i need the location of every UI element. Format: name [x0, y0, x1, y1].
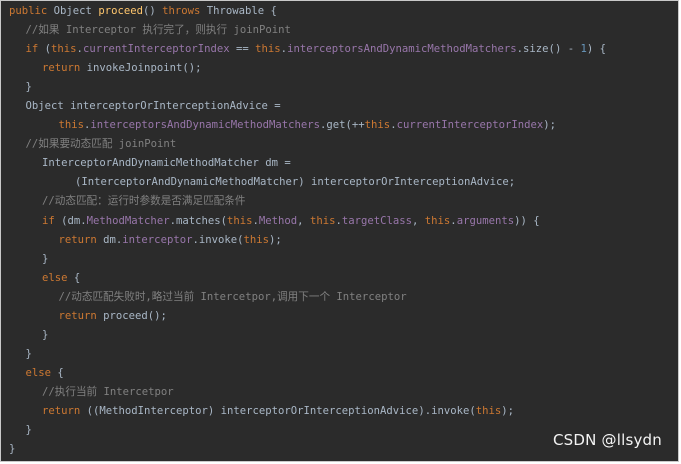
- code-token-text: (): [142, 5, 163, 17]
- code-token-text: proceed();: [96, 309, 167, 322]
- code-line: }: [1, 421, 606, 440]
- code-token-text: )) {: [514, 214, 540, 227]
- code-token-field: interceptorsAndDynamicMethodMatchers: [287, 43, 517, 56]
- code-line: //如果要动态匹配 joinPoint: [1, 135, 606, 154]
- code-line: else {: [1, 364, 606, 383]
- code-token-text: );: [501, 404, 514, 417]
- code-token-op: ==: [229, 43, 256, 56]
- code-token-text: dm.: [96, 233, 123, 246]
- code-token-text: );: [269, 233, 282, 246]
- code-line: }: [1, 345, 606, 364]
- code-token-field: arguments: [456, 214, 515, 227]
- code-token-text: }: [42, 328, 49, 341]
- code-token-field: currentInterceptorIndex: [396, 119, 544, 132]
- code-token-text: ,: [412, 214, 425, 227]
- code-token-kw: return: [42, 404, 81, 417]
- code-token-comment: //动态匹配失败时,略过当前 Intercetpor,调用下一个 Interce…: [58, 290, 407, 303]
- code-token-text: ,: [297, 214, 310, 227]
- code-token-kw: this: [309, 214, 336, 227]
- code-token-text: .matches(: [169, 214, 227, 227]
- code-line: //动态匹配：运行时参数是否满足匹配条件: [1, 192, 606, 211]
- code-token-kw: if: [42, 214, 55, 227]
- code-token-text: InterceptorAndDynamicMethodMatcher dm =: [42, 157, 291, 170]
- code-token-kw: else: [42, 271, 68, 284]
- code-token-kw: this: [58, 119, 85, 132]
- code-line: public Object proceed() throws Throwable…: [1, 2, 606, 21]
- code-screenshot-frame: public Object proceed() throws Throwable…: [0, 0, 679, 462]
- code-line: else {: [1, 269, 606, 288]
- code-line: }: [1, 440, 606, 459]
- code-token-kw: return: [58, 233, 97, 246]
- code-token-kw: this: [364, 119, 391, 132]
- code-token-kw: this: [475, 404, 502, 417]
- code-token-kw: if: [25, 43, 39, 56]
- code-line: //动态匹配失败时,略过当前 Intercetpor,调用下一个 Interce…: [1, 288, 606, 307]
- code-line: (InterceptorAndDynamicMethodMatcher) int…: [1, 173, 606, 192]
- code-token-field: MethodMatcher: [86, 214, 170, 227]
- code-token-field: interceptorsAndDynamicMethodMatchers: [90, 119, 321, 132]
- code-token-text: {: [67, 271, 81, 284]
- watermark-text: CSDN @llsydn: [553, 431, 662, 449]
- code-line: Object interceptorOrInterceptionAdvice =: [1, 97, 606, 116]
- code-token-kw: throws: [162, 5, 201, 17]
- code-token-field: Method: [258, 214, 298, 227]
- code-token-comment: //如果 Interceptor 执行完了，则执行 joinPoint: [25, 24, 291, 37]
- code-token-text: (dm.: [54, 214, 87, 227]
- code-line: InterceptorAndDynamicMethodMatcher dm =: [1, 154, 606, 173]
- code-token-fn: proceed: [98, 5, 143, 17]
- code-token-comment: //如果要动态匹配 joinPoint: [25, 138, 177, 151]
- code-token-text: }: [25, 424, 32, 437]
- code-token-type: Throwable {: [200, 5, 277, 17]
- code-token-kw: return: [58, 309, 97, 322]
- code-token-field: targetClass: [341, 214, 413, 227]
- code-token-text: .size() -: [516, 43, 581, 56]
- code-token-kw: this: [255, 43, 281, 56]
- code-line: }: [1, 78, 606, 97]
- code-token-text: invokeJoinpoint();: [80, 62, 202, 75]
- code-token-kw: this: [424, 214, 451, 227]
- code-token-text: (: [38, 43, 52, 56]
- code-token-kw: public: [9, 5, 48, 17]
- code-token-text: ((MethodInterceptor) interceptorOrInterc…: [80, 404, 476, 417]
- code-token-kw: this: [243, 233, 270, 246]
- code-line: //如果 Interceptor 执行完了，则执行 joinPoint: [1, 21, 606, 40]
- code-token-kw: this: [51, 43, 77, 56]
- code-token-comment: //动态匹配：运行时参数是否满足匹配条件: [42, 195, 246, 208]
- code-line: this.interceptorsAndDynamicMethodMatcher…: [1, 116, 606, 135]
- code-token-field: interceptor: [122, 233, 193, 246]
- code-token-text: }: [42, 252, 49, 265]
- code-line: if (dm.MethodMatcher.matches(this.Method…: [1, 212, 606, 231]
- code-line: }: [1, 250, 606, 269]
- code-block: public Object proceed() throws Throwable…: [1, 2, 606, 459]
- code-token-kw: return: [42, 62, 81, 75]
- code-line: }: [1, 326, 606, 345]
- code-line: return invokeJoinpoint();: [1, 59, 606, 78]
- code-token-text: {: [51, 366, 64, 379]
- code-token-type: Object: [47, 5, 99, 17]
- code-token-field: currentInterceptorIndex: [82, 43, 230, 56]
- code-token-text: .get(++: [320, 119, 365, 132]
- code-token-text: }: [9, 443, 16, 456]
- code-token-text: (InterceptorAndDynamicMethodMatcher) int…: [75, 176, 516, 189]
- code-token-kw: this: [226, 214, 253, 227]
- code-token-text: }: [25, 81, 32, 94]
- code-token-comment: //执行当前 Intercetpor: [42, 385, 174, 398]
- code-line: //执行当前 Intercetpor: [1, 383, 606, 402]
- code-line: return dm.interceptor.invoke(this);: [1, 231, 606, 250]
- code-line: return ((MethodInterceptor) interceptorO…: [1, 402, 606, 421]
- code-token-text: ) {: [586, 43, 606, 56]
- code-token-text: Object interceptorOrInterceptionAdvice =: [25, 100, 281, 113]
- code-line: return proceed();: [1, 307, 606, 326]
- code-line: if (this.currentInterceptorIndex == this…: [1, 40, 606, 59]
- code-token-text: );: [543, 119, 557, 132]
- code-token-kw: else: [25, 366, 52, 379]
- code-token-text: .invoke(: [192, 233, 244, 246]
- code-token-text: }: [25, 347, 32, 360]
